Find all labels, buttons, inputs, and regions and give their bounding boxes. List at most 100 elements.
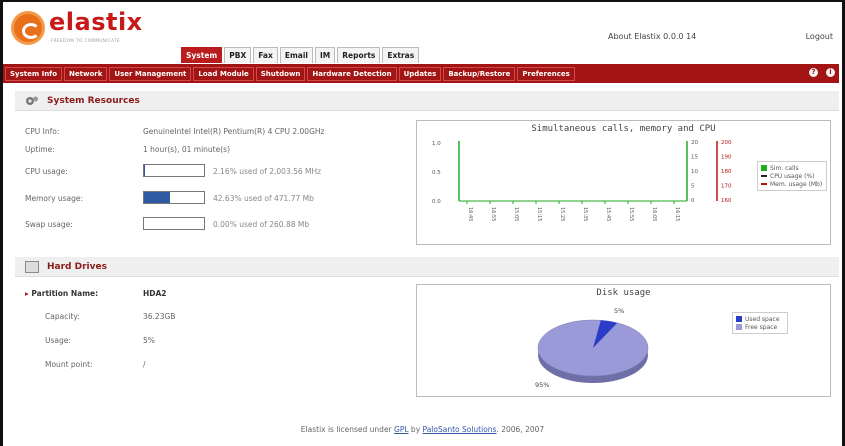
swap-usage-text: 0.00% used of 260.88 Mb (213, 220, 310, 229)
x-tick-label: 15:05 (513, 207, 519, 221)
swap-usage-label: Swap usage: (25, 220, 73, 229)
tab-pbx[interactable]: PBX (224, 47, 252, 63)
legend-label-sim-calls: Sim. calls (770, 164, 799, 172)
hard-drives-title: Hard Drives (47, 261, 107, 272)
partition-value: HDA2 (143, 289, 167, 298)
system-resources-header: System Resources (15, 91, 839, 111)
cpu-info-value: GenuineIntel Intel(R) Pentium(R) 4 CPU 2… (143, 127, 325, 136)
legend-item-sim-calls: Sim. calls (761, 164, 823, 172)
palosanto-link[interactable]: PaloSanto Solutions (423, 425, 497, 434)
x-tick-label: 15:55 (628, 207, 634, 221)
gpl-link[interactable]: GPL (394, 425, 409, 434)
cpu-usage-bar-fill (144, 165, 146, 176)
legend-label-used: Used space (745, 315, 780, 323)
legend-swatch-free (736, 324, 742, 330)
x-tick-label: 15:35 (582, 207, 588, 221)
memory-usage-text: 42.63% used of 471.77 Mb (213, 194, 314, 203)
cpu-info-label: CPU Info: (25, 127, 60, 136)
memory-usage-bar-fill (144, 192, 170, 203)
footer-text-before: Elastix is licensed under (300, 425, 395, 434)
x-tick-label: 16:45 (467, 207, 473, 221)
system-resources-title: System Resources (47, 95, 140, 106)
footer: Elastix is licensed under GPL by PaloSan… (0, 425, 845, 434)
capacity-value: 36.23GB (143, 312, 176, 321)
x-tick-label: 15:45 (605, 207, 611, 221)
legend-label-free: Free space (745, 323, 778, 331)
legend-swatch-cpu (761, 175, 767, 177)
tab-im[interactable]: IM (315, 47, 336, 63)
mid-y-tick-label: 0 (691, 198, 695, 204)
mount-value: / (143, 360, 146, 369)
pie-legend: Used space Free space (732, 312, 788, 334)
tab-system[interactable]: System (181, 47, 223, 63)
hard-drives-header: Hard Drives (15, 257, 839, 277)
right-y-tick-label: 190 (721, 155, 732, 161)
uptime-value: 1 hour(s), 01 minute(s) (143, 145, 231, 154)
tab-reports[interactable]: Reports (337, 47, 381, 63)
uptime-label: Uptime: (25, 145, 55, 154)
footer-text-after: . 2006, 2007 (496, 425, 545, 434)
mid-y-tick-label: 15 (691, 155, 698, 161)
right-y-tick-label: 180 (721, 169, 732, 175)
sub-nav: System Info Network User Management Load… (3, 64, 839, 83)
left-y-tick-label: 0.0 (432, 199, 441, 205)
logo-text: elastix (49, 8, 143, 36)
tab-extras[interactable]: Extras (382, 47, 420, 63)
subnav-backup-restore[interactable]: Backup/Restore (443, 66, 516, 81)
about-link[interactable]: About Elastix 0.0.0 14 (608, 32, 696, 41)
legend-label-cpu: CPU usage (%) (770, 172, 815, 180)
subnav-updates[interactable]: Updates (398, 66, 442, 81)
cpu-usage-label: CPU usage: (25, 167, 68, 176)
partition-label: ▸ Partition Name: (25, 289, 135, 298)
usage-value: 5% (143, 336, 155, 345)
tab-fax[interactable]: Fax (253, 47, 278, 63)
left-y-tick-label: 0.5 (432, 170, 441, 176)
cpu-usage-text: 2.16% used of 2,003.56 MHz (213, 167, 322, 176)
legend-swatch-sim-calls (761, 165, 767, 171)
legend-swatch-mem (761, 183, 767, 185)
x-tick-label: 16:15 (674, 207, 680, 221)
mid-y-tick-label: 5 (691, 184, 695, 190)
legend-item-free: Free space (736, 323, 784, 331)
memory-usage-label: Memory usage: (25, 194, 84, 203)
mount-label: Mount point: (45, 360, 93, 369)
subnav-user-management[interactable]: User Management (109, 66, 192, 81)
system-resources-icon (26, 96, 38, 105)
capacity-label: Capacity: (45, 312, 80, 321)
subnav-shutdown[interactable]: Shutdown (255, 66, 306, 81)
memory-usage-bar (143, 191, 205, 204)
hard-drive-icon (25, 260, 39, 273)
legend-label-mem: Mem. usage (Mb) (770, 180, 823, 188)
line-chart-legend: Sim. calls CPU usage (%) Mem. usage (Mb) (757, 161, 827, 191)
footer-text-by: by (408, 425, 423, 434)
subnav-system-info[interactable]: System Info (5, 66, 63, 81)
subnav-hardware-detection[interactable]: Hardware Detection (307, 66, 397, 81)
elastix-logo: elastix FREEDOM TO COMMUNICATE (11, 8, 181, 48)
subnav-network[interactable]: Network (64, 66, 108, 81)
info-icon[interactable]: i (826, 68, 835, 77)
x-tick-label: 16:05 (651, 207, 657, 221)
pie-label-free: 95% (535, 381, 550, 389)
logout-link[interactable]: Logout (806, 32, 833, 41)
pie-label-used: 5% (614, 307, 625, 315)
legend-swatch-used (736, 316, 742, 322)
mid-y-tick-label: 20 (691, 140, 698, 146)
logo-subtitle: FREEDOM TO COMMUNICATE (51, 38, 121, 43)
right-tick-group: 200 190 180 170 160 (721, 140, 732, 204)
header: elastix FREEDOM TO COMMUNICATE System PB… (3, 2, 839, 64)
legend-item-used: Used space (736, 315, 784, 323)
subnav-load-module[interactable]: Load Module (193, 66, 254, 81)
help-icon[interactable]: ? (809, 68, 818, 77)
right-y-tick-label: 200 (721, 140, 732, 146)
top-tabs: System PBX Fax Email IM Reports Extras (181, 47, 420, 63)
hard-drives-panel: ▸ Partition Name: HDA2 Capacity: 36.23GB… (15, 279, 839, 397)
elastix-logo-icon (11, 11, 45, 45)
usage-label: Usage: (45, 336, 71, 345)
left-tick-group: 1.0 0.5 0.0 (432, 141, 441, 205)
system-resources-panel: CPU Info: GenuineIntel Intel(R) Pentium(… (15, 115, 839, 255)
subnav-preferences[interactable]: Preferences (517, 66, 575, 81)
partition-label-text: Partition Name: (31, 289, 99, 298)
tab-email[interactable]: Email (279, 47, 313, 63)
disk-usage-pie-chart: Disk usage 5% 95% Used space Free space (416, 284, 831, 397)
mid-tick-group: 20 15 10 5 0 (691, 140, 698, 204)
